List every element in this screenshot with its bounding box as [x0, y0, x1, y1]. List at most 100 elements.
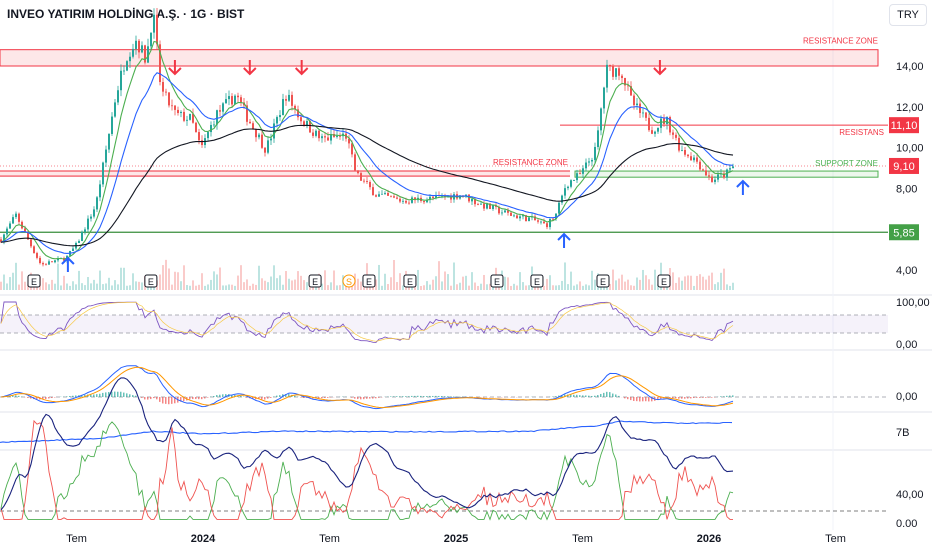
candle: [654, 131, 656, 134]
candle: [432, 196, 434, 198]
candle: [708, 175, 710, 177]
candle: [339, 135, 341, 137]
candle: [195, 122, 197, 133]
candle: [81, 231, 83, 241]
volume-bar: [207, 284, 209, 290]
candle: [519, 216, 521, 219]
macd-histogram-bar: [240, 395, 242, 397]
time-axis-tick: Tem: [572, 533, 593, 545]
volume-bar: [513, 283, 515, 290]
rsi-axis-tick: 0,00: [896, 339, 917, 351]
candle: [177, 109, 179, 114]
candle: [135, 40, 137, 49]
candle: [651, 130, 653, 134]
macd-histogram-bar: [267, 397, 269, 399]
macd-histogram-bar: [594, 395, 596, 397]
macd-histogram-bar: [588, 395, 590, 397]
macd-histogram-bar: [708, 397, 710, 398]
volume-bar: [192, 280, 194, 290]
volume-bar: [99, 270, 101, 290]
candle: [30, 239, 32, 247]
time-axis-tick: 2025: [444, 533, 468, 545]
volume-bar: [438, 261, 440, 290]
volume-bar: [528, 285, 530, 290]
candle: [276, 117, 278, 124]
macd-histogram-bar: [435, 395, 437, 397]
macd-histogram-bar: [204, 397, 206, 399]
candle: [390, 195, 392, 197]
dmi-axis-tick: 0.00: [896, 518, 917, 530]
volume-bar: [171, 284, 173, 290]
volume-bar: [327, 285, 329, 290]
volume-bar: [426, 281, 428, 290]
macd-histogram-bar: [645, 397, 647, 402]
volume-bar: [255, 284, 257, 290]
volume-bar: [381, 285, 383, 290]
volume-bar: [336, 285, 338, 290]
candle: [231, 96, 233, 105]
candle: [528, 217, 530, 222]
candle: [327, 137, 329, 141]
macd-line: [0, 365, 734, 410]
macd-histogram-bar: [729, 395, 731, 397]
volume-bar: [285, 271, 287, 290]
macd-histogram-bar: [261, 397, 263, 400]
macd-histogram-bar: [123, 392, 125, 397]
candle: [696, 157, 698, 162]
volume-bar: [690, 275, 692, 290]
volume-bar: [462, 276, 464, 290]
macd-histogram-bar: [105, 392, 107, 397]
macd-histogram-bar: [114, 391, 116, 397]
volume-bar: [588, 285, 590, 290]
volume-bar: [441, 281, 443, 290]
price-chart[interactable]: RESISTANCE ZONE RESISTANS RESISTANCE ZONE S…: [0, 0, 932, 550]
macd-histogram-bar: [603, 392, 605, 397]
volume-bar: [189, 285, 191, 290]
macd-histogram-bar: [699, 397, 701, 398]
macd-signal-line: [0, 366, 734, 409]
volume-bar: [456, 284, 458, 290]
macd-histogram-bar: [573, 394, 575, 397]
volume-bar: [303, 280, 305, 290]
volume-bar: [81, 283, 83, 290]
macd-histogram-bar: [411, 395, 413, 397]
candle: [360, 173, 362, 181]
volume-bar: [231, 284, 233, 290]
candle: [684, 149, 686, 155]
candle: [183, 111, 185, 121]
candle: [615, 68, 617, 77]
macd-histogram-bar: [75, 395, 77, 397]
resistance-zone-fill: [0, 171, 570, 177]
macd-histogram-bar: [99, 393, 101, 397]
volume-bar: [78, 270, 80, 290]
volume-bar: [48, 284, 50, 290]
time-axis-tick: 2024: [191, 533, 216, 545]
time-axis-tick: Tem: [66, 533, 87, 545]
volume-bar: [684, 276, 686, 290]
candle: [600, 108, 602, 131]
candle: [504, 210, 506, 213]
volume-bar: [201, 273, 203, 290]
candle: [156, 14, 158, 45]
candle: [621, 75, 623, 79]
volume-bar: [654, 269, 656, 290]
candle: [174, 105, 176, 110]
rsi-band: [0, 315, 888, 333]
macd-histogram-bar: [54, 397, 56, 398]
macd-histogram-bar: [45, 397, 47, 400]
volume-bar: [624, 281, 626, 290]
volume-bar: [240, 265, 242, 290]
volume-bar: [585, 284, 587, 290]
candle: [705, 170, 707, 176]
resistans-label: RESISTANS: [839, 128, 884, 137]
candle: [477, 204, 479, 206]
grid: [0, 0, 932, 530]
candle: [153, 14, 155, 33]
candle: [42, 263, 44, 265]
volume-bar: [129, 285, 131, 290]
candle: [717, 174, 719, 180]
macd-histogram-bar: [18, 395, 20, 397]
candle: [546, 223, 548, 228]
candle: [45, 264, 47, 266]
candle: [354, 154, 356, 171]
